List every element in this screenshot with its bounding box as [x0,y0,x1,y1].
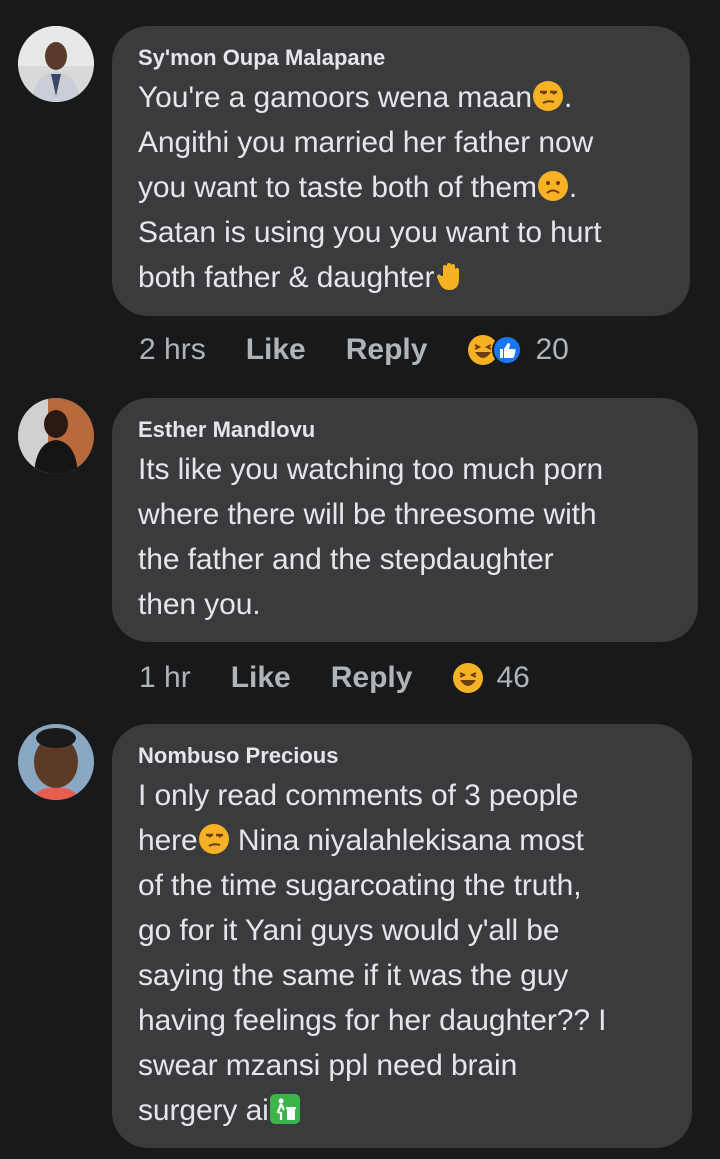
comment-text: I only read comments of 3 people here Ni… [138,779,607,1127]
reactions-summary[interactable]: 46 [452,661,530,695]
comment-author[interactable]: Nombuso Precious [138,743,666,769]
reactions-summary[interactable]: 20 [467,333,569,367]
unamused-face-emoji [532,80,564,112]
raised-hand-emoji [434,260,466,292]
litter-bin-emoji [269,1093,301,1125]
comment-bubble: Esther Mandlovu Its like you watching to… [112,398,698,642]
reaction-count: 20 [535,333,569,366]
like-button[interactable]: Like [231,661,291,695]
worried-face-emoji [537,170,569,202]
avatar[interactable] [18,724,94,800]
comment-bubble: Nombuso Precious I only read comments of… [112,724,692,1148]
like-reaction-icon [491,334,523,366]
unamused-face-emoji [198,823,230,855]
comment-author[interactable]: Esther Mandlovu [138,417,672,443]
comment-actions: 1 hr Like Reply 46 [139,658,530,698]
avatar[interactable] [18,26,94,102]
avatar[interactable] [18,398,94,474]
comment-bubble: Sy'mon Oupa Malapane You're a gamoors we… [112,26,690,316]
comment-text: You're a gamoors wena maan. Angithi you … [138,80,602,294]
comment-actions: 2 hrs Like Reply 20 [139,330,569,370]
haha-reaction-icon [452,662,484,694]
comment-timestamp[interactable]: 1 hr [139,661,191,695]
reply-button[interactable]: Reply [331,661,413,695]
reaction-count: 46 [496,661,530,694]
reply-button[interactable]: Reply [346,333,428,367]
comment-timestamp[interactable]: 2 hrs [139,333,206,367]
like-button[interactable]: Like [246,333,306,367]
comment-author[interactable]: Sy'mon Oupa Malapane [138,45,664,71]
comment-text: Its like you watching too much porn wher… [138,453,604,621]
